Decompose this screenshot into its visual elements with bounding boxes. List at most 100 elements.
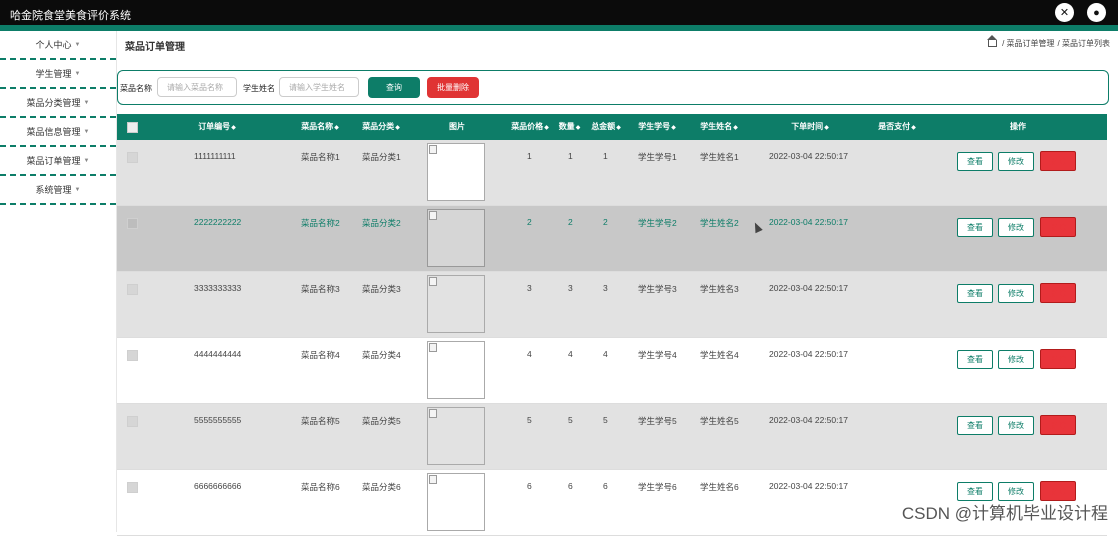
edit-button[interactable]: 修改 bbox=[998, 218, 1034, 237]
sort-icon: ◆ bbox=[616, 125, 621, 131]
table-row: 3333333333 菜品名称3 菜品分类3 3 3 3 学生学号3 学生姓名3… bbox=[117, 272, 1107, 338]
row-checkbox[interactable] bbox=[127, 482, 138, 493]
sort-icon: ◆ bbox=[911, 125, 916, 131]
sidebar-item-label: 菜品信息管理 bbox=[26, 127, 81, 137]
breadcrumb-item: / 菜品订单列表 bbox=[1057, 39, 1110, 48]
column-header[interactable]: 下单时间◆ bbox=[790, 114, 830, 140]
top-bar: 哈金院食堂美食评价系统 ✕ ● bbox=[0, 0, 1118, 25]
delete-button[interactable]: 删除 bbox=[1040, 415, 1076, 435]
delete-button[interactable]: 删除 bbox=[1040, 217, 1076, 237]
column-header[interactable]: 菜品价格◆ bbox=[510, 114, 550, 140]
order-no-cell: 6666666666 bbox=[194, 481, 242, 491]
column-header[interactable]: 菜品名称◆ bbox=[300, 114, 340, 140]
price-cell: 6 bbox=[527, 481, 532, 491]
query-button[interactable]: 查询 bbox=[368, 77, 420, 98]
sidebar: 个人中心 ▼ 学生管理 ▼ 菜品分类管理 ▼ 菜品信息管理 ▼ 菜品订单管理 ▼ 系统管理… bbox=[0, 31, 117, 532]
view-button[interactable]: 查看 bbox=[957, 350, 993, 369]
sort-icon: ◆ bbox=[334, 125, 339, 131]
order-time-cell: 2022-03-04 22:50:17 bbox=[769, 151, 848, 161]
view-button[interactable]: 查看 bbox=[957, 284, 993, 303]
chevron-down-icon: ▼ bbox=[83, 157, 90, 164]
student-name-cell: 学生姓名5 bbox=[700, 416, 739, 426]
orders-table: 订单编号◆ 菜品名称◆ 菜品分类◆ 图片 菜品价格◆ 数量◆ 总金额◆ 学生学号… bbox=[117, 114, 1107, 536]
delete-button[interactable]: 删除 bbox=[1040, 283, 1076, 303]
price-cell: 3 bbox=[527, 283, 532, 293]
edit-button[interactable]: 修改 bbox=[998, 152, 1034, 171]
app-title: 哈金院食堂美食评价系统 bbox=[10, 10, 131, 22]
sidebar-item-system[interactable]: 系统管理 ▼ bbox=[0, 176, 116, 205]
dish-image bbox=[427, 341, 485, 399]
student-name-label: 学生姓名 bbox=[243, 84, 275, 93]
view-button[interactable]: 查看 bbox=[957, 218, 993, 237]
order-time-cell: 2022-03-04 22:50:17 bbox=[769, 415, 848, 425]
user-icon[interactable]: ● bbox=[1087, 3, 1106, 22]
home-icon[interactable] bbox=[987, 35, 998, 47]
column-header[interactable]: 学生姓名◆ bbox=[699, 114, 739, 140]
column-header[interactable]: 是否支付◆ bbox=[877, 114, 917, 140]
dish-name-cell: 菜品名称1 bbox=[301, 152, 340, 162]
edit-button[interactable]: 修改 bbox=[998, 350, 1034, 369]
row-checkbox[interactable] bbox=[127, 218, 138, 229]
total-cell: 1 bbox=[603, 151, 608, 161]
sort-icon: ◆ bbox=[575, 125, 581, 131]
sort-icon: ◆ bbox=[544, 125, 549, 131]
student-no-cell: 学生学号6 bbox=[638, 482, 677, 492]
delete-button[interactable]: 删除 bbox=[1040, 349, 1076, 369]
student-no-cell: 学生学号5 bbox=[638, 416, 677, 426]
sidebar-item-label: 系统管理 bbox=[35, 185, 72, 195]
category-cell: 菜品分类4 bbox=[362, 350, 401, 360]
column-header: 图片 bbox=[449, 122, 465, 131]
dish-image bbox=[427, 275, 485, 333]
student-no-cell: 学生学号4 bbox=[638, 350, 677, 360]
order-no-cell: 5555555555 bbox=[194, 415, 242, 425]
edit-button[interactable]: 修改 bbox=[998, 416, 1034, 435]
column-header[interactable]: 菜品分类◆ bbox=[361, 114, 401, 140]
column-header[interactable]: 订单编号◆ bbox=[197, 114, 237, 140]
delete-button[interactable]: 删除 bbox=[1040, 481, 1076, 501]
chevron-down-icon: ▼ bbox=[74, 41, 81, 48]
select-all-checkbox[interactable] bbox=[127, 122, 138, 133]
broken-image-icon bbox=[429, 409, 437, 418]
dish-name-cell: 菜品名称6 bbox=[301, 482, 340, 492]
total-cell: 6 bbox=[603, 481, 608, 491]
order-time-cell: 2022-03-04 22:50:17 bbox=[769, 481, 848, 491]
row-checkbox[interactable] bbox=[127, 284, 138, 295]
row-checkbox[interactable] bbox=[127, 416, 138, 427]
student-name-cell: 学生姓名6 bbox=[700, 482, 739, 492]
delete-button[interactable]: 删除 bbox=[1040, 151, 1076, 171]
chevron-down-icon: ▼ bbox=[83, 99, 90, 106]
table-row: 2222222222 菜品名称2 菜品分类2 2 2 2 学生学号2 学生姓名2… bbox=[117, 206, 1107, 272]
sidebar-item-students[interactable]: 学生管理 ▼ bbox=[0, 60, 116, 89]
dish-name-cell: 菜品名称3 bbox=[301, 284, 340, 294]
sort-icon: ◆ bbox=[231, 125, 236, 131]
student-no-cell: 学生学号3 bbox=[638, 284, 677, 294]
sidebar-item-dish-info[interactable]: 菜品信息管理 ▼ bbox=[0, 118, 116, 147]
total-cell: 4 bbox=[603, 349, 608, 359]
total-cell: 3 bbox=[603, 283, 608, 293]
dish-image bbox=[427, 407, 485, 465]
qty-cell: 2 bbox=[568, 217, 573, 227]
batch-delete-button[interactable]: 批量删除 bbox=[427, 77, 479, 98]
dish-image bbox=[427, 143, 485, 201]
dish-name-input[interactable] bbox=[157, 77, 237, 97]
chevron-down-icon: ▼ bbox=[74, 186, 81, 193]
breadcrumb-item[interactable]: / 菜品订单管理 bbox=[1002, 38, 1054, 49]
column-header[interactable]: 数量◆ bbox=[557, 114, 582, 140]
column-header[interactable]: 学生学号◆ bbox=[637, 114, 677, 140]
row-checkbox[interactable] bbox=[127, 152, 138, 163]
dish-name-cell: 菜品名称5 bbox=[301, 416, 340, 426]
view-button[interactable]: 查看 bbox=[957, 416, 993, 435]
row-checkbox[interactable] bbox=[127, 350, 138, 361]
column-header[interactable]: 总金额◆ bbox=[590, 114, 622, 140]
student-name-input[interactable] bbox=[279, 77, 359, 97]
sidebar-item-dish-categories[interactable]: 菜品分类管理 ▼ bbox=[0, 89, 116, 118]
qty-cell: 5 bbox=[568, 415, 573, 425]
dish-name-cell: 菜品名称2 bbox=[301, 218, 340, 228]
sort-icon: ◆ bbox=[671, 125, 676, 131]
edit-button[interactable]: 修改 bbox=[998, 284, 1034, 303]
view-button[interactable]: 查看 bbox=[957, 152, 993, 171]
sidebar-item-profile[interactable]: 个人中心 ▼ bbox=[0, 31, 116, 60]
order-time-cell: 2022-03-04 22:50:17 bbox=[769, 217, 848, 227]
expand-icon[interactable]: ✕ bbox=[1055, 3, 1074, 22]
sidebar-item-dish-orders[interactable]: 菜品订单管理 ▼ bbox=[0, 147, 116, 176]
